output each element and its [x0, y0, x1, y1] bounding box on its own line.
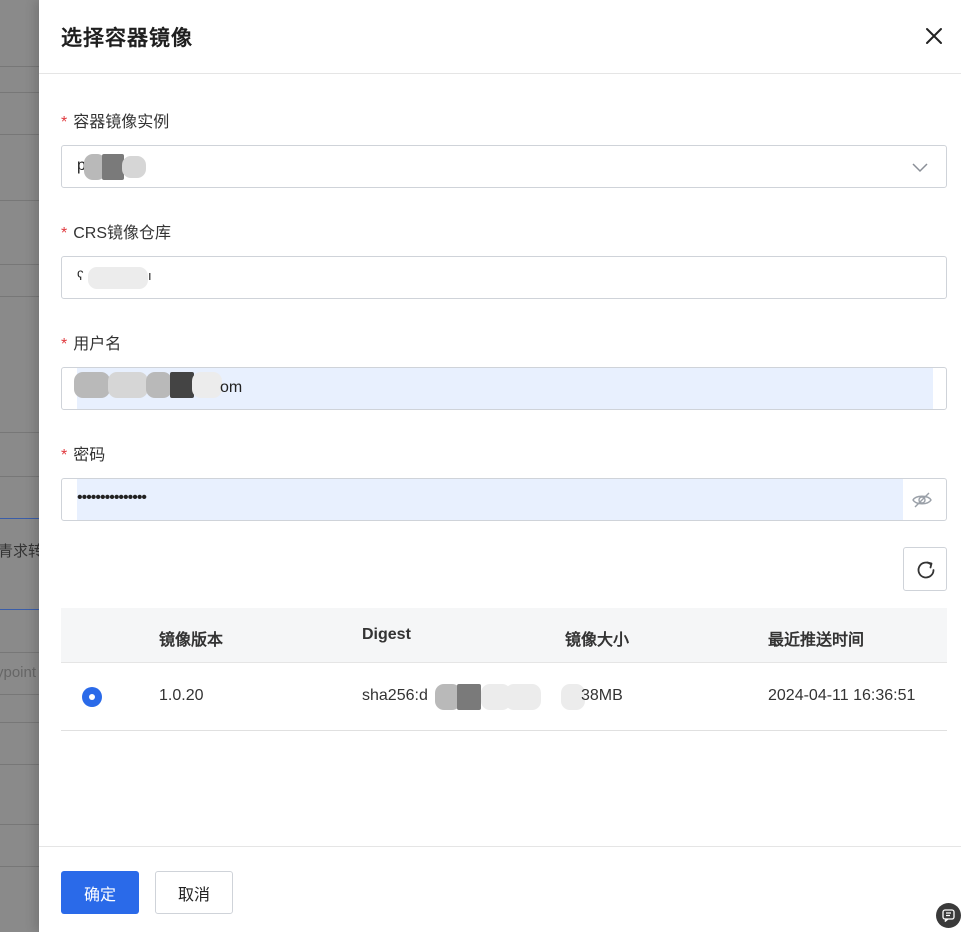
- username-label: * 用户名: [61, 336, 122, 353]
- redacted-mask: [505, 684, 541, 710]
- required-mark: *: [61, 336, 68, 353]
- refresh-button[interactable]: [903, 547, 947, 591]
- bg-divider: [0, 200, 39, 201]
- cell-version: 1.0.20: [159, 687, 204, 704]
- autofill-background: [77, 479, 903, 520]
- bg-divider: [0, 134, 39, 135]
- close-icon: [926, 28, 942, 44]
- column-header-version: 镜像版本: [159, 632, 224, 649]
- column-header-pushed: 最近推送时间: [768, 632, 865, 649]
- column-header-digest: Digest: [362, 626, 411, 643]
- bg-divider: [0, 652, 39, 653]
- bg-divider: [0, 824, 39, 825]
- drawer-title: 选择容器镜像: [61, 27, 193, 50]
- radio-dot: [89, 694, 95, 700]
- cell-pushed-time: 2024-04-11 16:36:51: [768, 687, 916, 704]
- redacted-mask: [74, 372, 110, 398]
- table-header: 镜像版本 Digest 镜像大小 最近推送时间: [61, 608, 947, 663]
- bg-text-fragment: 青求转: [0, 543, 39, 560]
- bg-divider: [0, 66, 39, 67]
- redacted-mask: [457, 684, 481, 710]
- required-mark: *: [61, 225, 68, 242]
- refresh-icon: [917, 561, 935, 579]
- chevron-down-icon: [912, 163, 928, 173]
- select-image-drawer: 选择容器镜像 * 容器镜像实例 p * CRS镜像仓库 ʕ ı * 用户名 om…: [39, 0, 961, 932]
- instance-label: * 容器镜像实例: [61, 114, 170, 131]
- row-select-radio[interactable]: [82, 687, 102, 707]
- bg-divider: [0, 432, 39, 433]
- password-label: * 密码: [61, 447, 106, 464]
- background-page: 青求转 ypoint: [0, 0, 39, 932]
- redacted-mask: [88, 267, 148, 289]
- column-header-size: 镜像大小: [565, 632, 630, 649]
- cell-size: 38MB: [581, 687, 623, 704]
- redacted-mask: [192, 372, 222, 398]
- eye-off-icon[interactable]: [912, 490, 932, 510]
- redacted-mask: [122, 156, 146, 178]
- chat-icon: [942, 909, 955, 922]
- bg-divider: [0, 264, 39, 265]
- close-button[interactable]: [922, 24, 946, 48]
- bg-divider: [0, 296, 39, 297]
- bg-highlight-box: [0, 518, 39, 610]
- table-row[interactable]: 1.0.20 sha256:d b0e 38MB 2024-04-11 16:3…: [61, 663, 947, 731]
- required-mark: *: [61, 114, 68, 131]
- repo-label: * CRS镜像仓库: [61, 225, 172, 242]
- redacted-mask: [102, 154, 124, 180]
- drawer-header: 选择容器镜像: [39, 0, 961, 74]
- bg-divider: [0, 694, 39, 695]
- cancel-button[interactable]: 取消: [155, 871, 233, 914]
- bg-divider: [0, 866, 39, 867]
- repo-input[interactable]: ʕ ı: [61, 256, 947, 299]
- password-value: •••••••••••••••: [77, 489, 147, 506]
- drawer-footer: 确定 取消: [39, 846, 961, 932]
- repo-value-fragment: ʕ: [77, 268, 84, 283]
- bg-divider: [0, 476, 39, 477]
- floating-action-button[interactable]: [936, 903, 961, 928]
- username-value-suffix: om: [220, 379, 243, 396]
- bg-divider: [0, 722, 39, 723]
- bg-divider: [0, 92, 39, 93]
- confirm-button[interactable]: 确定: [61, 871, 139, 914]
- username-input[interactable]: om: [61, 367, 947, 410]
- redacted-mask: [146, 372, 172, 398]
- bg-divider: [0, 764, 39, 765]
- cell-digest-prefix: sha256:d: [362, 687, 428, 704]
- redacted-mask: [108, 372, 148, 398]
- password-input[interactable]: •••••••••••••••: [61, 478, 947, 521]
- bg-text-fragment: ypoint: [0, 664, 37, 681]
- instance-select[interactable]: p: [61, 145, 947, 188]
- repo-value-fragment: ı: [148, 268, 152, 283]
- required-mark: *: [61, 447, 68, 464]
- redacted-mask: [170, 372, 194, 398]
- image-version-table: 镜像版本 Digest 镜像大小 最近推送时间 1.0.20 sha256:d …: [61, 608, 947, 731]
